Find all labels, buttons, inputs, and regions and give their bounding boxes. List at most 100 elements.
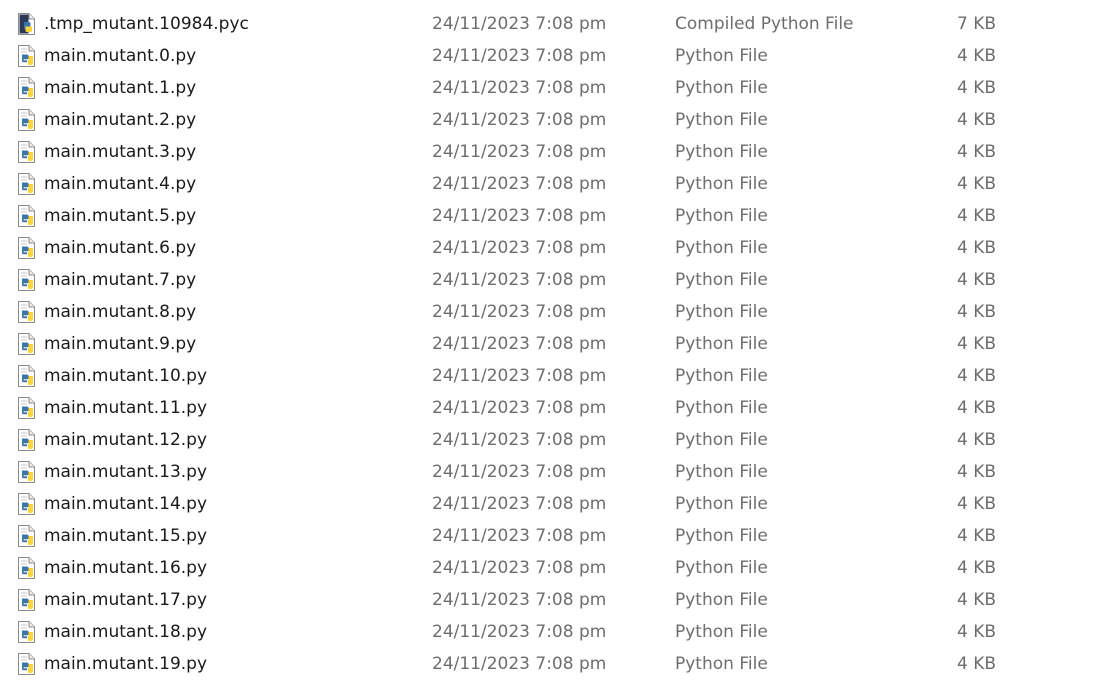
file-size: 4 KB [957, 174, 997, 194]
file-row[interactable]: main.mutant.11.py 24/11/2023 7:08 pm Pyt… [0, 392, 1118, 424]
file-size: 4 KB [957, 302, 997, 322]
file-type: Python File [675, 174, 768, 194]
python-file-icon [17, 397, 37, 419]
file-list: .tmp_mutant.10984.pyc 24/11/2023 7:08 pm… [0, 0, 1118, 679]
python-file-icon [17, 429, 37, 451]
file-row[interactable]: main.mutant.5.py 24/11/2023 7:08 pm Pyth… [0, 200, 1118, 232]
file-size: 4 KB [957, 334, 997, 354]
file-date-modified: 24/11/2023 7:08 pm [432, 366, 607, 386]
file-name: main.mutant.1.py [44, 78, 197, 98]
file-type: Python File [675, 366, 768, 386]
file-type: Python File [675, 590, 768, 610]
file-size: 4 KB [957, 398, 997, 418]
file-type: Python File [675, 78, 768, 98]
file-name: main.mutant.8.py [44, 302, 197, 322]
file-date-modified: 24/11/2023 7:08 pm [432, 654, 607, 674]
file-type: Python File [675, 302, 768, 322]
file-type: Python File [675, 238, 768, 258]
file-name: main.mutant.4.py [44, 174, 197, 194]
file-date-modified: 24/11/2023 7:08 pm [432, 14, 607, 34]
file-row[interactable]: main.mutant.2.py 24/11/2023 7:08 pm Pyth… [0, 104, 1118, 136]
file-type: Python File [675, 558, 768, 578]
python-file-icon [17, 45, 37, 67]
file-date-modified: 24/11/2023 7:08 pm [432, 398, 607, 418]
file-row[interactable]: main.mutant.9.py 24/11/2023 7:08 pm Pyth… [0, 328, 1118, 360]
python-file-icon [17, 301, 37, 323]
file-type: Compiled Python File [675, 14, 854, 34]
file-name: main.mutant.15.py [44, 526, 208, 546]
python-file-icon [17, 141, 37, 163]
file-date-modified: 24/11/2023 7:08 pm [432, 526, 607, 546]
file-date-modified: 24/11/2023 7:08 pm [432, 206, 607, 226]
file-type: Python File [675, 142, 768, 162]
file-size: 4 KB [957, 78, 997, 98]
file-name: main.mutant.19.py [44, 654, 208, 674]
file-date-modified: 24/11/2023 7:08 pm [432, 494, 607, 514]
file-row[interactable]: main.mutant.15.py 24/11/2023 7:08 pm Pyt… [0, 520, 1118, 552]
python-file-icon [17, 77, 37, 99]
file-size: 4 KB [957, 622, 997, 642]
file-size: 4 KB [957, 526, 997, 546]
file-size: 4 KB [957, 430, 997, 450]
file-type: Python File [675, 430, 768, 450]
python-file-icon [17, 365, 37, 387]
file-type: Python File [675, 398, 768, 418]
file-row[interactable]: main.mutant.16.py 24/11/2023 7:08 pm Pyt… [0, 552, 1118, 584]
file-size: 4 KB [957, 462, 997, 482]
file-date-modified: 24/11/2023 7:08 pm [432, 270, 607, 290]
python-file-icon [17, 461, 37, 483]
file-size: 4 KB [957, 46, 997, 66]
file-size: 4 KB [957, 206, 997, 226]
file-name: main.mutant.18.py [44, 622, 208, 642]
file-row[interactable]: main.mutant.3.py 24/11/2023 7:08 pm Pyth… [0, 136, 1118, 168]
file-name: main.mutant.2.py [44, 110, 197, 130]
python-file-icon [17, 333, 37, 355]
file-name: main.mutant.5.py [44, 206, 197, 226]
file-type: Python File [675, 334, 768, 354]
python-file-icon [17, 205, 37, 227]
file-size: 4 KB [957, 366, 997, 386]
file-row[interactable]: main.mutant.13.py 24/11/2023 7:08 pm Pyt… [0, 456, 1118, 488]
file-row[interactable]: main.mutant.4.py 24/11/2023 7:08 pm Pyth… [0, 168, 1118, 200]
file-date-modified: 24/11/2023 7:08 pm [432, 462, 607, 482]
file-name: main.mutant.0.py [44, 46, 197, 66]
file-name: main.mutant.14.py [44, 494, 208, 514]
file-name: main.mutant.6.py [44, 238, 197, 258]
file-row[interactable]: main.mutant.18.py 24/11/2023 7:08 pm Pyt… [0, 616, 1118, 648]
file-type: Python File [675, 526, 768, 546]
python-file-icon [17, 109, 37, 131]
file-date-modified: 24/11/2023 7:08 pm [432, 334, 607, 354]
file-date-modified: 24/11/2023 7:08 pm [432, 110, 607, 130]
file-date-modified: 24/11/2023 7:08 pm [432, 238, 607, 258]
file-row[interactable]: main.mutant.6.py 24/11/2023 7:08 pm Pyth… [0, 232, 1118, 264]
file-row[interactable]: main.mutant.7.py 24/11/2023 7:08 pm Pyth… [0, 264, 1118, 296]
file-size: 4 KB [957, 558, 997, 578]
file-date-modified: 24/11/2023 7:08 pm [432, 558, 607, 578]
file-row[interactable]: main.mutant.10.py 24/11/2023 7:08 pm Pyt… [0, 360, 1118, 392]
file-type: Python File [675, 110, 768, 130]
file-type: Python File [675, 206, 768, 226]
file-row[interactable]: main.mutant.8.py 24/11/2023 7:08 pm Pyth… [0, 296, 1118, 328]
file-date-modified: 24/11/2023 7:08 pm [432, 174, 607, 194]
python-file-icon [17, 237, 37, 259]
file-size: 7 KB [957, 14, 997, 34]
file-date-modified: 24/11/2023 7:08 pm [432, 142, 607, 162]
file-row[interactable]: main.mutant.1.py 24/11/2023 7:08 pm Pyth… [0, 72, 1118, 104]
file-date-modified: 24/11/2023 7:08 pm [432, 590, 607, 610]
file-type: Python File [675, 494, 768, 514]
file-date-modified: 24/11/2023 7:08 pm [432, 78, 607, 98]
python-file-icon [17, 493, 37, 515]
file-row[interactable]: main.mutant.19.py 24/11/2023 7:08 pm Pyt… [0, 648, 1118, 680]
python-file-icon [17, 557, 37, 579]
file-date-modified: 24/11/2023 7:08 pm [432, 430, 607, 450]
python-file-icon [17, 653, 37, 675]
file-row[interactable]: .tmp_mutant.10984.pyc 24/11/2023 7:08 pm… [0, 8, 1118, 40]
file-name: main.mutant.7.py [44, 270, 197, 290]
file-row[interactable]: main.mutant.12.py 24/11/2023 7:08 pm Pyt… [0, 424, 1118, 456]
file-size: 4 KB [957, 590, 997, 610]
file-name: main.mutant.16.py [44, 558, 208, 578]
file-row[interactable]: main.mutant.0.py 24/11/2023 7:08 pm Pyth… [0, 40, 1118, 72]
file-row[interactable]: main.mutant.17.py 24/11/2023 7:08 pm Pyt… [0, 584, 1118, 616]
file-row[interactable]: main.mutant.14.py 24/11/2023 7:08 pm Pyt… [0, 488, 1118, 520]
file-name: main.mutant.13.py [44, 462, 208, 482]
